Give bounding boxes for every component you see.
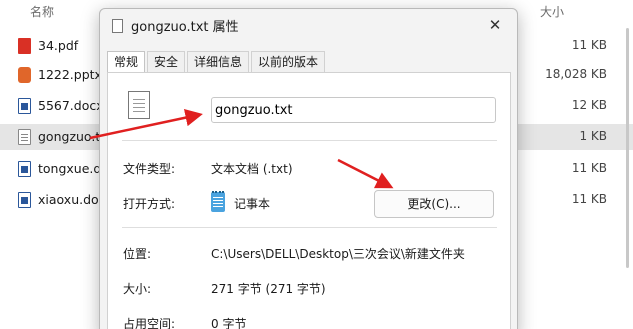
- text-file-icon: [112, 19, 123, 33]
- size-label: 大小:: [123, 282, 152, 296]
- scrollbar[interactable]: [626, 28, 629, 268]
- docx-icon: [18, 98, 31, 114]
- file-size: 1 KB: [579, 129, 607, 143]
- file-size: 11 KB: [571, 38, 607, 52]
- file-name: 34.pdf: [38, 38, 79, 53]
- file-type-label: 文件类型:: [123, 162, 176, 176]
- divider: [122, 140, 497, 141]
- tab-details[interactable]: 详细信息: [187, 51, 250, 73]
- tab-security[interactable]: 安全: [147, 51, 186, 73]
- disk-size-value: 0 字节: [211, 317, 247, 329]
- file-size: 11 KB: [571, 161, 607, 175]
- filename-field[interactable]: [211, 97, 496, 123]
- file-name: 5567.docx: [38, 98, 104, 113]
- location-value: C:\Users\DELL\Desktop\三次会议\新建文件夹: [211, 247, 465, 261]
- column-header-size[interactable]: 大小: [540, 3, 564, 20]
- open-with-value: 记事本: [234, 197, 271, 211]
- pdf-icon: [18, 38, 31, 54]
- file-size: 11 KB: [571, 192, 607, 206]
- change-button[interactable]: 更改(C)...: [374, 190, 494, 218]
- disk-size-label: 占用空间:: [123, 317, 176, 329]
- tab-bar: 常规 安全 详细信息 以前的版本: [107, 51, 327, 73]
- properties-dialog: gongzuo.txt 属性 ✕ 常规 安全 详细信息 以前的版本 文件类型: …: [99, 8, 518, 329]
- location-label: 位置:: [123, 247, 152, 261]
- file-name: 1222.pptx: [38, 67, 102, 82]
- open-with-label: 打开方式:: [123, 197, 176, 211]
- tab-general[interactable]: 常规: [107, 51, 146, 73]
- txt-icon: [18, 129, 31, 145]
- docx-icon: [18, 161, 31, 177]
- tab-previous-versions[interactable]: 以前的版本: [251, 51, 326, 73]
- pptx-icon: [18, 67, 31, 83]
- close-button[interactable]: ✕: [485, 15, 505, 35]
- column-header-name[interactable]: 名称: [30, 3, 54, 20]
- notepad-icon: [211, 191, 225, 212]
- text-document-icon: [128, 91, 150, 119]
- docx-icon: [18, 192, 31, 208]
- file-type-value: 文本文档 (.txt): [211, 162, 293, 176]
- dialog-title: gongzuo.txt 属性: [131, 20, 239, 35]
- general-panel: 文件类型: 文本文档 (.txt) 打开方式: 记事本 更改(C)... 位置:…: [107, 72, 511, 329]
- file-size: 12 KB: [571, 98, 607, 112]
- file-size: 18,028 KB: [545, 67, 607, 81]
- divider: [122, 227, 497, 228]
- size-value: 271 字节 (271 字节): [211, 282, 326, 296]
